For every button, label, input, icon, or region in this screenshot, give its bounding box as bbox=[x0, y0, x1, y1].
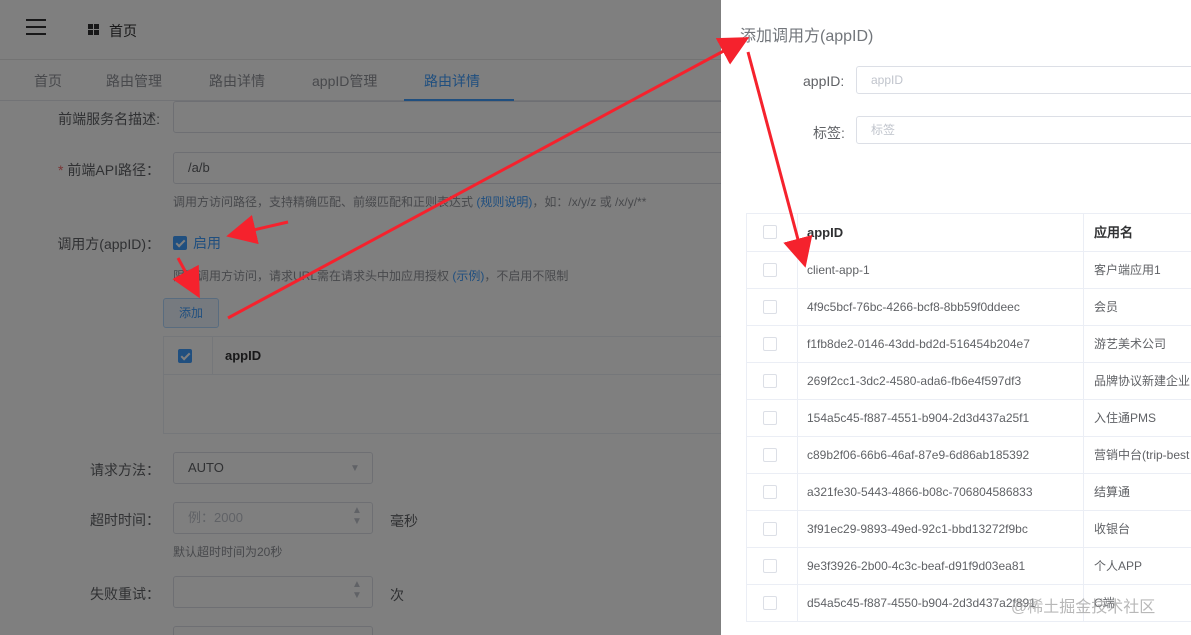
row-checkbox[interactable] bbox=[763, 300, 777, 314]
row-checkbox[interactable] bbox=[763, 411, 777, 425]
cell-appname: 个人APP bbox=[1094, 559, 1143, 573]
table-row[interactable]: 269f2cc1-3dc2-4580-ada6-fb6e4f597df3 品牌协议… bbox=[747, 363, 1191, 400]
row-checkbox[interactable] bbox=[763, 485, 777, 499]
cell-appid: 4f9c5bcf-76bc-4266-bcf8-8bb59f0ddeec bbox=[807, 300, 1020, 314]
table-row[interactable]: 154a5c45-f887-4551-b904-2d3d437a25f1 入住通P… bbox=[747, 400, 1191, 437]
cell-appid: f1fb8de2-0146-43dd-bd2d-516454b204e7 bbox=[807, 337, 1030, 351]
table-row[interactable]: client-app-1 客户端应用1 bbox=[747, 252, 1191, 289]
appid-filter-input[interactable]: appID bbox=[856, 66, 1191, 94]
drawer-mask[interactable] bbox=[0, 0, 721, 635]
table-header: appID 应用名 bbox=[747, 214, 1191, 252]
table-row[interactable]: f1fb8de2-0146-43dd-bd2d-516454b204e7 游艺美术… bbox=[747, 326, 1191, 363]
table-row[interactable]: 3f91ec29-9893-49ed-92c1-bbd13272f9bc 收银台 bbox=[747, 511, 1191, 548]
cell-appid: client-app-1 bbox=[807, 263, 870, 277]
row-checkbox[interactable] bbox=[763, 559, 777, 573]
cell-appname: 入住通PMS bbox=[1094, 411, 1157, 425]
row-checkbox[interactable] bbox=[763, 448, 777, 462]
row-checkbox[interactable] bbox=[763, 596, 777, 610]
cell-appname: 营销中台(trip-best bbox=[1094, 448, 1190, 462]
tag-filter-label: 标签: bbox=[813, 125, 845, 141]
table-row[interactable]: 9e3f3926-2b00-4c3c-beaf-d91f9d03ea81 个人AP… bbox=[747, 548, 1191, 585]
cell-appid: 3f91ec29-9893-49ed-92c1-bbd13272f9bc bbox=[807, 522, 1028, 536]
row-checkbox[interactable] bbox=[763, 374, 777, 388]
tag-filter-input[interactable]: 标签 bbox=[856, 116, 1191, 144]
cell-appname: 会员 bbox=[1094, 300, 1119, 314]
row-checkbox[interactable] bbox=[763, 522, 777, 536]
cell-appid: c89b2f06-66b6-46af-87e9-6d86ab185392 bbox=[807, 448, 1030, 462]
row-checkbox[interactable] bbox=[763, 263, 777, 277]
cell-appname: 品牌协议新建企业 bbox=[1094, 374, 1191, 388]
cell-appid: d54a5c45-f887-4550-b904-2d3d437a2f891 bbox=[807, 596, 1036, 610]
column-header-appid: appID bbox=[807, 225, 844, 240]
cell-appid: 154a5c45-f887-4551-b904-2d3d437a25f1 bbox=[807, 411, 1030, 425]
add-caller-drawer: 添加调用方(appID) appID: appID 标签: 标签 appID 应… bbox=[721, 0, 1191, 635]
cell-appid: a321fe30-5443-4866-b08c-706804586833 bbox=[807, 485, 1033, 499]
drawer-title: 添加调用方(appID) bbox=[740, 28, 874, 45]
cell-appid: 9e3f3926-2b00-4c3c-beaf-d91f9d03ea81 bbox=[807, 559, 1026, 573]
cell-appname: 结算通 bbox=[1094, 485, 1131, 499]
column-header-appname: 应用名 bbox=[1094, 225, 1134, 240]
table-row[interactable]: c89b2f06-66b6-46af-87e9-6d86ab185392 营销中台… bbox=[747, 437, 1191, 474]
row-checkbox[interactable] bbox=[763, 337, 777, 351]
table-row[interactable]: 4f9c5bcf-76bc-4266-bcf8-8bb59f0ddeec 会员 bbox=[747, 289, 1191, 326]
cell-appname: 收银台 bbox=[1094, 522, 1131, 536]
cell-appname: 客户端应用1 bbox=[1094, 263, 1161, 277]
watermark: @稀土掘金技术社区 bbox=[1011, 599, 1156, 616]
select-all-checkbox[interactable] bbox=[763, 225, 777, 239]
cell-appid: 269f2cc1-3dc2-4580-ada6-fb6e4f597df3 bbox=[807, 374, 1022, 388]
appid-table: appID 应用名 client-app-1 客户端应用1 4f9c5bcf-76b… bbox=[746, 213, 1191, 622]
cell-appname: 游艺美术公司 bbox=[1094, 337, 1167, 351]
table-row[interactable]: a321fe30-5443-4866-b08c-706804586833 结算通 bbox=[747, 474, 1191, 511]
appid-filter-label: appID: bbox=[803, 73, 845, 89]
